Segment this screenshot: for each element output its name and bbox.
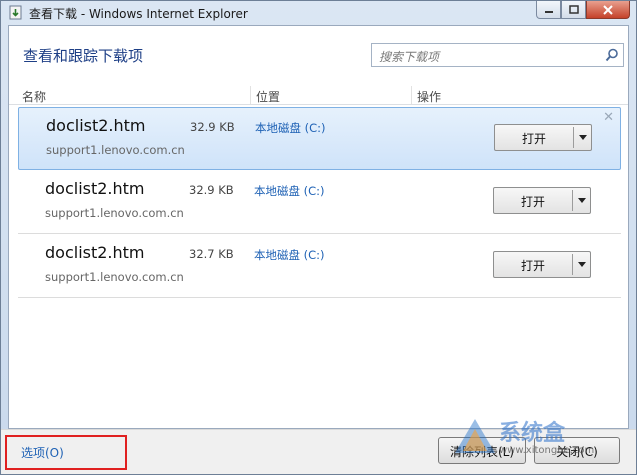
column-action[interactable]: 操作 (417, 88, 441, 105)
window-controls (536, 1, 630, 19)
chevron-down-icon[interactable] (578, 262, 586, 267)
column-divider[interactable] (250, 86, 251, 104)
download-manager-window: 查看下载 - Windows Internet Explorer 查看和跟踪下载… (0, 0, 637, 475)
search-placeholder: 搜索下载项 (379, 50, 440, 64)
file-name: doclist2.htm (45, 179, 145, 198)
open-button-label[interactable]: 打开 (495, 130, 573, 147)
split-divider (572, 190, 573, 211)
column-header: 名称 位置 操作 (9, 85, 628, 105)
close-dialog-button[interactable]: 关闭(C) (534, 437, 620, 464)
open-button-label[interactable]: 打开 (494, 193, 572, 210)
file-size: 32.9 KB (190, 120, 235, 134)
minimize-icon (544, 10, 553, 13)
open-button-label[interactable]: 打开 (494, 257, 572, 274)
remove-item-icon[interactable]: ✕ (603, 110, 614, 125)
file-location-link[interactable]: 本地磁盘 (C:) (254, 183, 325, 199)
title-bar[interactable]: 查看下载 - Windows Internet Explorer (1, 1, 636, 25)
download-row[interactable]: doclist2.htm 32.7 KB 本地磁盘 (C:) support1.… (18, 235, 621, 298)
window-title: 查看下载 - Windows Internet Explorer (29, 7, 248, 21)
open-split-button[interactable]: 打开 (494, 124, 592, 151)
file-location-link[interactable]: 本地磁盘 (C:) (254, 247, 325, 263)
open-split-button[interactable]: 打开 (493, 187, 591, 214)
clear-list-button[interactable]: 清除列表(L) (438, 437, 526, 464)
column-location[interactable]: 位置 (256, 88, 280, 105)
search-icon[interactable] (605, 48, 619, 62)
column-name[interactable]: 名称 (22, 88, 46, 105)
file-source: support1.lenovo.com.cn (45, 206, 184, 220)
open-split-button[interactable]: 打开 (493, 251, 591, 278)
chevron-down-icon[interactable] (579, 135, 587, 140)
file-source: support1.lenovo.com.cn (46, 143, 185, 157)
file-size: 32.7 KB (189, 247, 234, 261)
download-row[interactable]: doclist2.htm 32.9 KB 本地磁盘 (C:) support1.… (18, 171, 621, 234)
footer-bar: 选项(O) 清除列表(L) 关闭(C) (1, 429, 636, 474)
close-icon (603, 4, 613, 15)
search-input[interactable]: 搜索下载项 (371, 43, 624, 67)
file-location-link[interactable]: 本地磁盘 (C:) (255, 120, 326, 136)
split-divider (572, 254, 573, 275)
chevron-down-icon[interactable] (578, 198, 586, 203)
page-title: 查看和跟踪下载项 (23, 47, 144, 65)
split-divider (573, 127, 574, 148)
file-name: doclist2.htm (46, 116, 146, 135)
downloads-panel: 查看和跟踪下载项 搜索下载项 名称 位置 操作 doclist2.htm 32.… (8, 25, 629, 429)
options-link[interactable]: 选项(O) (21, 444, 64, 461)
download-row[interactable]: doclist2.htm 32.9 KB 本地磁盘 (C:) support1.… (18, 107, 621, 170)
column-divider[interactable] (411, 86, 412, 104)
maximize-icon (568, 5, 579, 14)
file-source: support1.lenovo.com.cn (45, 270, 184, 284)
close-button[interactable] (586, 1, 630, 19)
file-size: 32.9 KB (189, 183, 234, 197)
maximize-button[interactable] (561, 1, 586, 19)
minimize-button[interactable] (536, 1, 561, 19)
file-name: doclist2.htm (45, 243, 145, 262)
download-window-icon (9, 5, 22, 20)
